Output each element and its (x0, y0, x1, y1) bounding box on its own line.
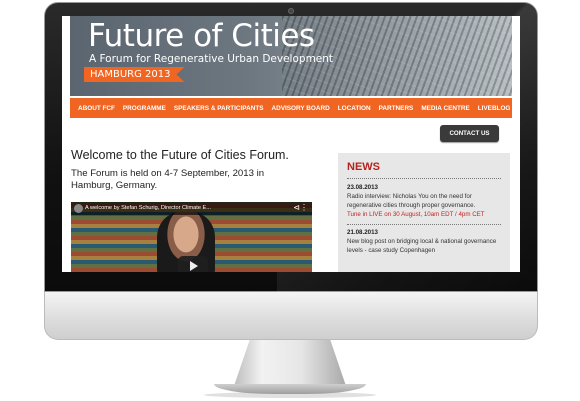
news-link[interactable]: Tune in LIVE on 30 August, 10am EDT / 4p… (347, 211, 501, 220)
news-item: 21.08.2013 New blog post on bridging loc… (347, 229, 501, 260)
nav-item-partners[interactable]: PARTNERS (375, 105, 418, 112)
video-title-bar: A welcome by Stefan Schurig, Director Cl… (71, 202, 312, 215)
nav-item-speakers[interactable]: SPEAKERS & PARTICIPANTS (170, 105, 268, 112)
news-heading: NEWS (347, 161, 501, 179)
monitor-chin (44, 292, 538, 340)
news-text[interactable]: New blog post on bridging local & nation… (347, 238, 501, 256)
stage: Future of Cities A Forum for Regenerativ… (0, 0, 580, 401)
event-dates-text: The Forum is held on 4-7 September, 2013… (71, 168, 265, 191)
nav-item-media-centre[interactable]: MEDIA CENTRE (417, 105, 473, 112)
welcome-heading: Welcome to the Future of Cities Forum. (71, 148, 289, 162)
nav-item-liveblog[interactable]: LIVEBLOG (474, 105, 515, 112)
website-screen: Future of Cities A Forum for Regenerativ… (62, 16, 520, 272)
news-item: 23.08.2013 Radio interview: Nicholas You… (347, 184, 501, 225)
nav-item-advisory-board[interactable]: ADVISORY BOARD (268, 105, 334, 112)
site-title[interactable]: Future of Cities (88, 18, 315, 54)
contact-us-button[interactable]: CONTACT US (440, 125, 499, 142)
event-ribbon: HAMBURG 2013 (84, 67, 185, 82)
nav-item-programme[interactable]: PROGRAMME (119, 105, 170, 112)
monitor-stand-neck (234, 340, 346, 386)
news-date: 23.08.2013 (347, 184, 378, 191)
nav-item-about[interactable]: ABOUT FCF (74, 105, 119, 112)
site-subtitle: A Forum for Regenerative Urban Developme… (89, 53, 334, 65)
main-nav: ABOUT FCF PROGRAMME SPEAKERS & PARTICIPA… (70, 98, 512, 118)
nav-item-location[interactable]: LOCATION (334, 105, 375, 112)
channel-avatar (74, 204, 83, 213)
news-panel: NEWS 23.08.2013 Radio interview: Nichola… (338, 153, 510, 272)
video-player[interactable]: A welcome by Stefan Schurig, Director Cl… (71, 202, 312, 272)
video-title[interactable]: A welcome by Stefan Schurig, Director Cl… (85, 205, 211, 211)
camera-icon (288, 8, 294, 14)
play-icon[interactable] (178, 256, 208, 272)
news-date: 21.08.2013 (347, 228, 378, 236)
more-options-icon[interactable]: ⋮ (300, 203, 308, 212)
header-banner: Future of Cities A Forum for Regenerativ… (70, 16, 512, 96)
share-icon[interactable]: ⊲ (293, 203, 300, 212)
news-text[interactable]: Radio interview: Nicholas You on the nee… (347, 193, 501, 211)
